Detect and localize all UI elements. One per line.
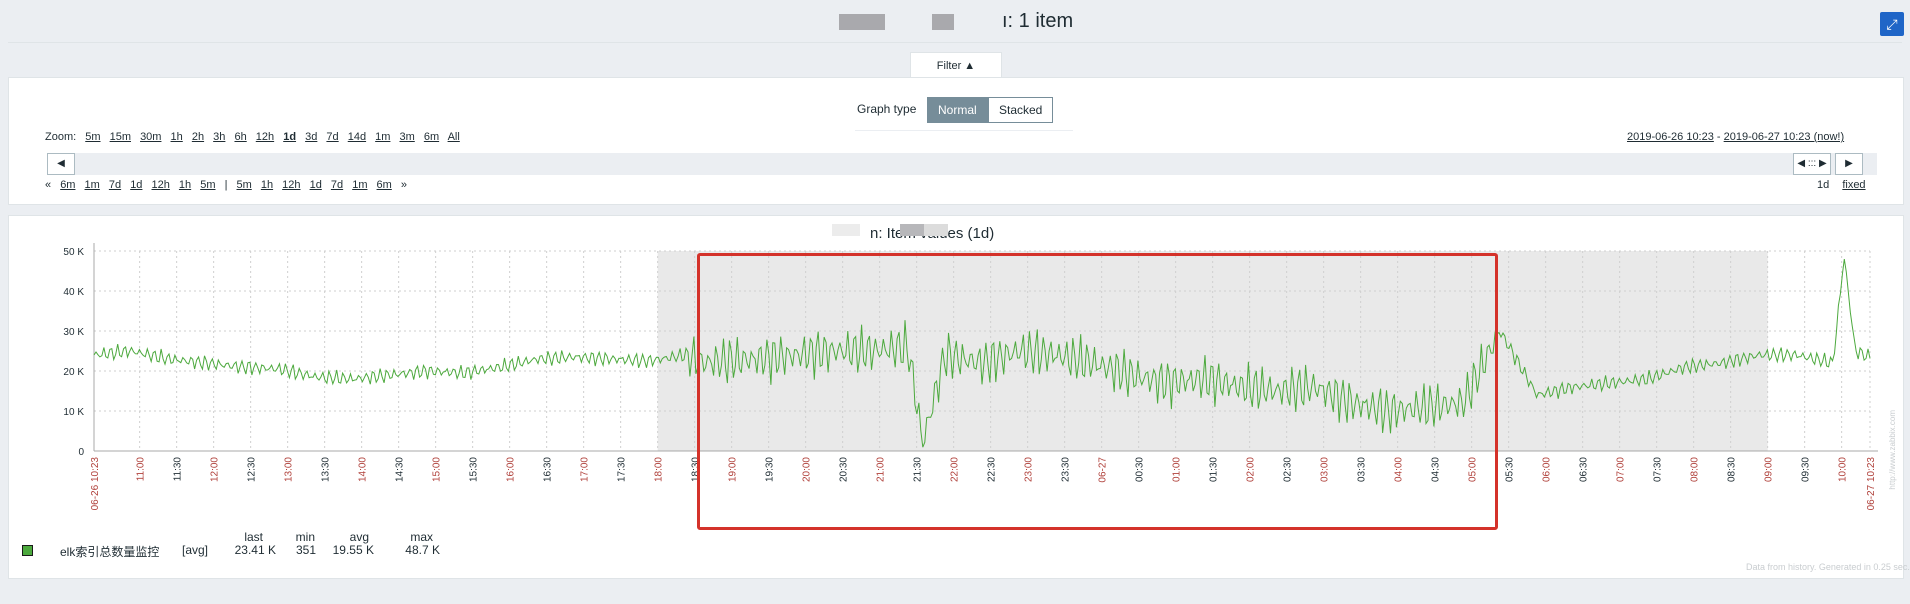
x-tick-label: 07:30 [1653, 457, 1664, 482]
x-tick-label: 17:00 [580, 457, 591, 482]
x-tick-label: 15:30 [469, 457, 480, 482]
y-tick-label: 40 K [63, 287, 84, 298]
x-tick-label: 08:00 [1690, 457, 1701, 482]
legend-header-max: max [410, 530, 433, 544]
x-tick-label: 06:30 [1579, 457, 1590, 482]
redacted-block [900, 224, 924, 236]
y-tick-label: 10 K [63, 407, 84, 418]
x-tick-label: 16:30 [543, 457, 554, 482]
x-tick-label: 10:00 [1838, 457, 1849, 482]
x-tick-label: 17:30 [617, 457, 628, 482]
legend-value-max: 48.7 K [405, 543, 440, 557]
legend-value-min: 351 [295, 543, 316, 557]
y-tick-label: 0 [78, 447, 84, 458]
legend-header-last: last [244, 530, 263, 544]
y-tick-label: 30 K [63, 327, 84, 338]
x-tick-label: 09:30 [1801, 457, 1812, 482]
x-tick-label: 13:00 [284, 457, 295, 482]
x-tick-label: 12:00 [210, 457, 221, 482]
legend-item-name: elk索引总数量监控 [60, 545, 160, 559]
redacted-block [924, 224, 948, 236]
x-tick-label: 08:30 [1727, 457, 1738, 482]
x-tick-label: 12:30 [247, 457, 258, 482]
x-tick-label: 11:30 [173, 457, 184, 482]
redacted-block [832, 224, 860, 236]
x-tick-label: 16:00 [506, 457, 517, 482]
y-tick-label: 20 K [63, 367, 84, 378]
legend-header-min: min [295, 530, 315, 544]
x-tick-label: 14:30 [395, 457, 406, 482]
x-tick-label: 06-27 10:23 [1866, 457, 1877, 511]
x-tick-label: 06:00 [1542, 457, 1553, 482]
legend-header-avg: avg [349, 530, 369, 544]
y-tick-label: 50 K [63, 247, 84, 258]
series-color-swatch [22, 545, 33, 556]
x-tick-label: 14:00 [358, 457, 369, 482]
x-tick-label: 11:00 [136, 457, 147, 482]
legend-function: [avg] [182, 543, 209, 557]
highlight-box [697, 253, 1498, 530]
x-tick-label: 09:00 [1764, 457, 1775, 482]
legend-value-avg: 19.55 K [332, 543, 374, 557]
x-tick-label: 18:00 [654, 457, 665, 482]
x-tick-label: 13:30 [321, 457, 332, 482]
x-tick-label: 05:30 [1505, 457, 1516, 482]
generation-note: Data from history. Generated in 0.25 sec… [1746, 562, 1910, 572]
x-tick-label: 07:00 [1616, 457, 1627, 482]
x-tick-label: 06-26 10:23 [90, 457, 101, 511]
x-tick-label: 15:00 [432, 457, 443, 482]
watermark: http://www.zabbix.com [1888, 410, 1897, 490]
